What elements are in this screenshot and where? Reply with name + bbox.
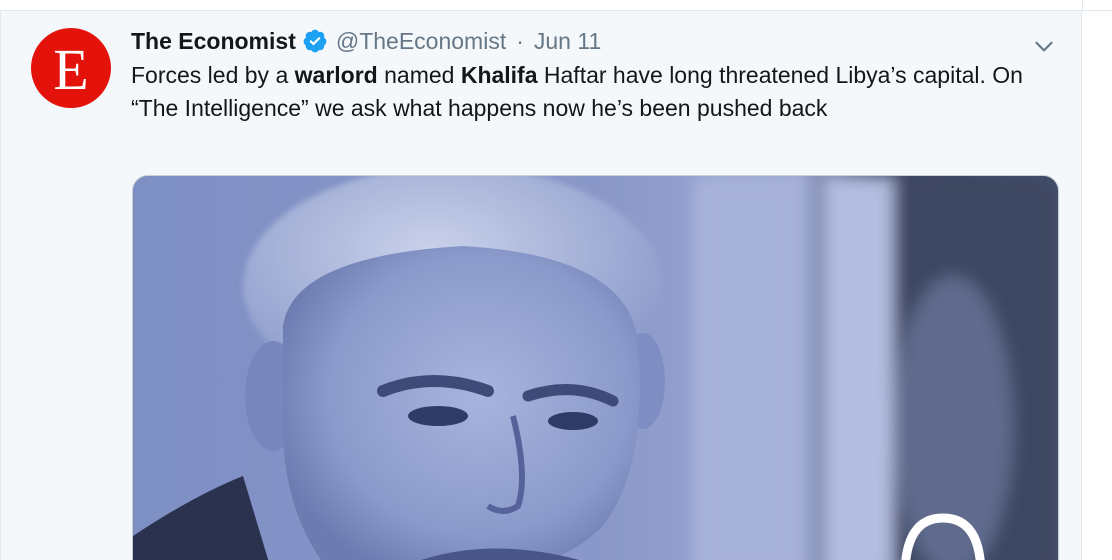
previous-tweet-edge — [0, 0, 1112, 11]
tweet-text: Forces led by a warlord named Khalifa Ha… — [131, 59, 1031, 124]
avatar-logo-letter: E — [53, 37, 89, 102]
tweet-text-bold-khalifa: Khalifa — [460, 62, 538, 88]
tweet-card[interactable]: E The Economist @TheEconomist · Jun 11 F… — [0, 11, 1082, 560]
chevron-down-icon[interactable] — [1031, 33, 1057, 59]
twitter-timeline: E The Economist @TheEconomist · Jun 11 F… — [0, 0, 1112, 560]
separator-dot: · — [516, 27, 524, 54]
tweet-header: The Economist @TheEconomist · Jun 11 — [131, 25, 601, 57]
tweet-text-part: named — [377, 62, 461, 88]
tweet-text-bold-warlord: warlord — [294, 62, 378, 88]
tweet-media-image[interactable] — [132, 175, 1059, 560]
author-handle[interactable]: @TheEconomist — [336, 28, 506, 55]
tweet-text-part: Forces led by a — [131, 62, 295, 88]
column-border — [1082, 0, 1083, 10]
tweet-date[interactable]: Jun 11 — [534, 28, 601, 55]
author-name[interactable]: The Economist — [131, 28, 296, 55]
verified-badge-icon — [302, 28, 328, 54]
avatar[interactable]: E — [31, 28, 111, 108]
